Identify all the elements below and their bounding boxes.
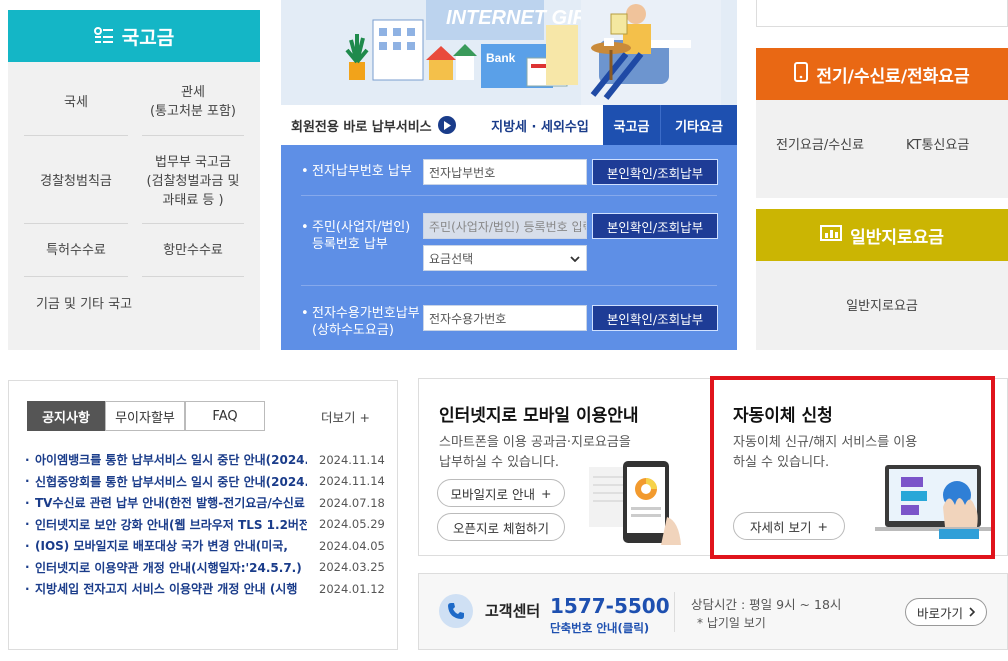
notice-date: 2024.04.05 xyxy=(319,538,385,553)
customer-number-label: 전자수용가번호납부 (상하수도요금) xyxy=(312,306,420,338)
chevron-down-icon xyxy=(570,251,580,265)
customer-center-phone: 1577-5500 xyxy=(550,594,670,618)
national-tax-header[interactable]: 국고금 xyxy=(8,10,260,62)
auto-debit-highlight xyxy=(710,376,995,559)
tab-notice[interactable]: 공지사항 xyxy=(27,401,105,431)
giro-title: 일반지로요금 xyxy=(850,227,944,248)
nt-item-police-fine[interactable]: 경찰청범칙금 xyxy=(24,138,128,224)
nt-item-fund-etc[interactable]: 기금 및 기타 국고 xyxy=(24,280,144,328)
verify-pay-button-2[interactable]: 본인확인/조회납부 xyxy=(592,213,718,239)
notice-title[interactable]: 신협중앙회를 통한 납부서비스 일시 중단 안내(2024.11.14) xyxy=(35,473,307,490)
row2-bullet: • xyxy=(301,220,309,235)
payment-tabbar: 회원전용 바로 납부서비스 지방세 · 세외수입 국고금 기타요금 xyxy=(281,105,737,145)
notice-row[interactable]: · (IOS) 모바일지로 배포대상 국가 변경 안내(미국, 2024.04.05 xyxy=(25,535,390,556)
more-link[interactable]: 더보기 + xyxy=(321,407,370,426)
electronic-payment-number-input[interactable]: 전자납부번호 xyxy=(423,159,587,185)
verify-pay-button-1[interactable]: 본인확인/조회납부 xyxy=(592,159,718,185)
go-button[interactable]: 바로가기 xyxy=(905,598,987,626)
top-right-box xyxy=(756,0,1008,27)
notice-date: 2024.01.12 xyxy=(319,581,385,596)
nt-item-national-tax[interactable]: 국세 xyxy=(24,72,128,132)
customer-center-label: 고객센터 xyxy=(485,602,541,620)
nt-item-customs[interactable]: 관세 (통고처분 포함) xyxy=(142,72,244,132)
row3-bullet: • xyxy=(301,306,309,321)
fee-select[interactable]: 요금선택 xyxy=(423,245,587,271)
giro-banner: INTERNET GIRO Bank xyxy=(281,0,737,105)
banner-illustration: INTERNET GIRO Bank xyxy=(281,0,737,105)
bullet: · xyxy=(25,517,30,531)
mobile-giro-guide-button[interactable]: 모바일지로 안내 + xyxy=(437,479,565,507)
bullet: · xyxy=(25,495,30,510)
shortcut-number-link[interactable]: 단축번호 안내(클릭) xyxy=(550,620,649,636)
bullet: · xyxy=(25,538,30,553)
payment-form: • 전자납부번호 납부 전자납부번호 본인확인/조회납부 • 주민(사업자/법인… xyxy=(281,145,737,350)
nt-item-justice-ministry[interactable]: 법무부 국고금 (검찰청벌과금 및 과태료 등 ) xyxy=(138,138,248,224)
consult-hours: 상담시간 : 평일 9시 ~ 18시 xyxy=(691,597,842,612)
phone-icon xyxy=(794,61,809,87)
notice-row[interactable]: · 아이엠뱅크를 통한 납부서비스 일시 중단 안내(2024.11.14) 202… xyxy=(25,449,390,470)
row1-bullet: • xyxy=(301,164,309,179)
notice-date: 2024.05.29 xyxy=(319,517,385,531)
plus-icon: + xyxy=(541,485,552,501)
electric-header[interactable]: 전기/수신료/전화요금 xyxy=(756,48,1008,100)
electric-item-kt[interactable]: KT통신요금 xyxy=(906,134,969,153)
national-tax-title: 국고금 xyxy=(121,26,175,49)
notice-date: 2024.07.18 xyxy=(319,495,385,510)
play-icon xyxy=(437,116,456,134)
customer-number-input[interactable]: 전자수용가번호 xyxy=(423,305,587,331)
list-icon xyxy=(93,27,114,45)
chevron-right-icon xyxy=(969,605,976,620)
notice-row[interactable]: · 신협중앙회를 통한 납부서비스 일시 중단 안내(2024.11.14) 202… xyxy=(25,471,390,492)
giro-logo-text: INTERNET GIRO xyxy=(446,7,603,29)
bullet: · xyxy=(25,581,30,596)
giro-item-general[interactable]: 일반지로요금 xyxy=(756,295,1008,314)
notice-board: 공지사항 무이자할부 FAQ 더보기 + · 아이엠뱅크를 통한 납부서비스 일시… xyxy=(8,380,398,650)
notice-date: 2024.11.14 xyxy=(319,452,385,467)
member-payment-link[interactable]: 회원전용 바로 납부서비스 xyxy=(281,105,477,145)
phone-call-icon xyxy=(439,594,473,628)
nt-item-patent-fee[interactable]: 특허수수료 xyxy=(24,226,128,274)
notice-title[interactable]: 인터넷지로 보안 강화 안내(웹 브라우저 TLS 1.2버전 이상) xyxy=(35,516,307,533)
electronic-payment-label: 전자납부번호 납부 xyxy=(312,164,412,179)
notice-title[interactable]: 지방세입 전자고지 서비스 이용약관 개정 안내 (시행 xyxy=(35,580,307,597)
open-giro-trial-button[interactable]: 오픈지로 체험하기 xyxy=(437,513,565,541)
bullet: · xyxy=(25,560,30,574)
notice-title[interactable]: 아이엠뱅크를 통한 납부서비스 일시 중단 안내(2024.11.14) xyxy=(35,451,307,468)
resident-number-label: 주민(사업자/법인) 등록번호 납부 xyxy=(312,220,411,252)
mobile-phone-illustration xyxy=(589,461,681,545)
bullet: · xyxy=(25,452,30,467)
tab-faq[interactable]: FAQ xyxy=(185,401,265,431)
member-payment-label: 회원전용 바로 납부서비스 xyxy=(291,119,432,135)
notice-row[interactable]: · TV수신료 관련 납부 안내(한전 발행-전기요금/수신료 분리) 2024.0… xyxy=(25,492,390,513)
bank-text: Bank xyxy=(486,51,516,65)
electric-title: 전기/수신료/전화요금 xyxy=(816,66,970,87)
nt-item-port-fee[interactable]: 항만수수료 xyxy=(142,226,244,274)
notice-row[interactable]: · 지방세입 전자고지 서비스 이용약관 개정 안내 (시행 2024.01.12 xyxy=(25,578,390,599)
due-date-link[interactable]: * 납기일 보기 xyxy=(697,614,766,631)
notice-title[interactable]: 인터넷지로 이용약관 개정 안내(시행일자:'24.5.7.) xyxy=(35,559,307,576)
customer-center: 고객센터 1577-5500 단축번호 안내(클릭) 상담시간 : 평일 9시 … xyxy=(418,573,1008,650)
electric-panel: 전기/수신료/전화요금 전기요금/수신료 KT통신요금 xyxy=(756,48,1008,198)
verify-pay-button-3[interactable]: 본인확인/조회납부 xyxy=(592,305,718,331)
tab-national-tax[interactable]: 국고금 xyxy=(603,105,661,145)
notice-row[interactable]: · 인터넷지로 보안 강화 안내(웹 브라우저 TLS 1.2버전 이상) 2024… xyxy=(25,514,390,535)
mobile-guide-title: 인터넷지로 모바일 이용안내 xyxy=(439,406,639,426)
electric-item-receipt-fee[interactable]: 전기요금/수신료 xyxy=(776,134,864,153)
national-tax-panel: 국고금 국세 관세 (통고처분 포함) 경찰청범칙금 법무부 국고금 (검찰청벌… xyxy=(8,10,260,350)
notice-title[interactable]: TV수신료 관련 납부 안내(한전 발행-전기요금/수신료 분리) xyxy=(35,494,307,511)
tab-other-fees[interactable]: 기타요금 xyxy=(661,105,737,145)
notice-row[interactable]: · 인터넷지로 이용약관 개정 안내(시행일자:'24.5.7.) 2024.03.… xyxy=(25,557,390,578)
tab-local-tax[interactable]: 지방세 · 세외수입 xyxy=(477,105,603,145)
giro-panel: 일반지로요금 일반지로요금 xyxy=(756,209,1008,350)
bar-chart-icon xyxy=(820,224,843,247)
resident-number-input[interactable]: 주민(사업자/법인) 등록번호 입력 xyxy=(423,213,587,239)
bullet: · xyxy=(25,474,30,488)
giro-header[interactable]: 일반지로요금 xyxy=(756,209,1008,261)
notice-date: 2024.03.25 xyxy=(319,560,385,574)
notice-title[interactable]: (IOS) 모바일지로 배포대상 국가 변경 안내(미국, xyxy=(35,537,307,554)
notice-date: 2024.11.14 xyxy=(319,474,385,488)
tab-interest-free[interactable]: 무이자할부 xyxy=(105,401,185,431)
